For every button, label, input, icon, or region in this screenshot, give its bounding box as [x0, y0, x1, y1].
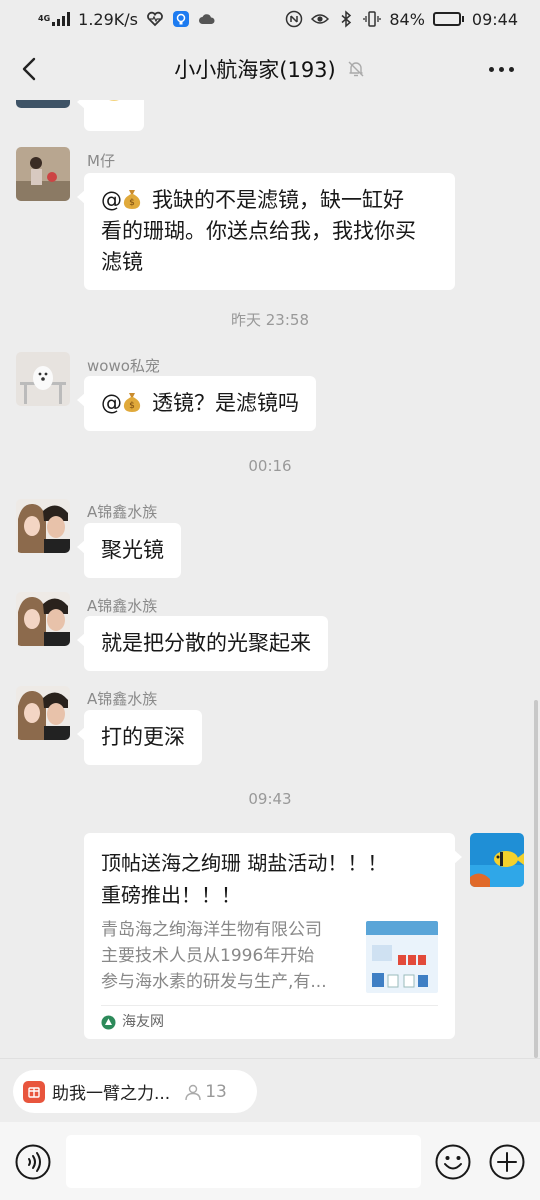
link-card-title: 重磅推出！！！	[101, 883, 241, 907]
timestamp: 09:43	[248, 790, 292, 808]
vibrate-icon	[363, 11, 381, 27]
message-bubble[interactable]: 聚光镜	[77, 523, 181, 578]
sender-name: A锦鑫水族	[87, 503, 158, 521]
link-card-desc: 主要技术人员从1996年开始	[101, 946, 315, 966]
link-card-thumbnail	[366, 921, 438, 993]
mute-bell-icon	[348, 61, 364, 77]
plus-icon	[489, 1144, 525, 1180]
heart-monitor-icon	[147, 11, 163, 27]
avatar-image	[16, 686, 70, 740]
avatar-image	[16, 352, 70, 406]
my-avatar[interactable]	[470, 833, 524, 887]
battery-percent: 84%	[389, 9, 425, 29]
avatar[interactable]	[16, 100, 70, 108]
sender-name: A锦鑫水族	[87, 690, 158, 708]
avatar[interactable]	[16, 592, 70, 646]
nfc-icon	[286, 10, 303, 28]
mention-at: @	[101, 391, 122, 415]
more-icon	[488, 66, 494, 72]
mention-at: @	[101, 188, 122, 212]
message-text: 看的珊瑚。你送点给我，我找你买	[101, 219, 416, 243]
back-arrow-icon	[22, 57, 36, 81]
pinned-area: 助我一臂之力... 13	[0, 1058, 540, 1122]
pinned-label: 助我一臂之力...	[52, 1084, 171, 1104]
link-card[interactable]: 顶帖送海之绚珊 瑚盐活动！！！ 重磅推出！！！ 青岛海之绚海洋生物有限公司 主要…	[84, 833, 462, 1039]
avatar[interactable]	[16, 499, 70, 553]
network-type: 4G	[38, 14, 51, 23]
cloud-icon	[198, 14, 215, 24]
timestamp: 昨天 23:58	[231, 311, 309, 329]
bulb-app-icon	[172, 11, 189, 27]
voice-icon	[15, 1144, 51, 1180]
message-text: 滤镜	[101, 250, 143, 274]
sender-name: A锦鑫水族	[87, 597, 158, 615]
message-input[interactable]	[66, 1135, 421, 1188]
message-text: 就是把分散的光聚起来	[101, 631, 311, 655]
scrollbar[interactable]	[534, 700, 538, 1058]
avatar-image	[16, 592, 70, 646]
message-text: 聚光镜	[101, 538, 164, 562]
back-button[interactable]	[12, 52, 46, 86]
cellular-signal-icon: 4G	[38, 12, 71, 26]
sticker-icon	[109, 100, 119, 101]
link-card-desc: 参与海水素的研发与生产,有...	[101, 972, 327, 992]
bluetooth-icon	[341, 10, 352, 28]
status-bar: 4G 1.29K/s 84% 09:44	[0, 0, 540, 38]
link-card-title: 顶帖送海之绚珊 瑚盐活动！！！	[101, 851, 388, 875]
link-card-source: 海友网	[122, 1014, 164, 1030]
eye-icon	[311, 14, 330, 24]
participant-count-value: 13	[205, 1081, 227, 1102]
more-functions-button[interactable]	[489, 1144, 525, 1180]
message-bubble[interactable]: @ $ 透镜？是滤镜吗	[77, 376, 316, 431]
svg-text:$: $	[129, 401, 135, 411]
chat-title: 小小航海家(193)	[174, 58, 336, 82]
source-logo-icon	[101, 1015, 116, 1030]
sender-name: M仔	[87, 152, 115, 170]
sticker-bubble[interactable]	[77, 100, 144, 131]
avatar[interactable]	[16, 686, 70, 740]
sender-name: wowo私宠	[87, 357, 160, 375]
avatar-image	[16, 499, 70, 553]
product-image	[366, 921, 438, 993]
chat-header: 小小航海家(193)	[0, 38, 540, 100]
network-speed: 1.29K/s	[78, 9, 138, 29]
chat-messages[interactable]: M仔 @ $ 我缺的不是滤镜，缺一缸好 看的珊瑚。你送点给我，我找你买 滤镜 昨天 …	[0, 100, 540, 1058]
message-text: 我缺的不是滤镜，缺一缸好	[152, 188, 404, 212]
message-bubble[interactable]: @ $ 我缺的不是滤镜，缺一缸好 看的珊瑚。你送点给我，我找你买 滤镜	[77, 173, 455, 290]
timestamp: 00:16	[248, 457, 292, 475]
person-icon	[185, 1084, 201, 1100]
avatar-image	[16, 147, 70, 201]
pinned-message[interactable]: 助我一臂之力... 13	[13, 1070, 257, 1113]
avatar[interactable]	[16, 147, 70, 201]
message-bubble[interactable]: 打的更深	[77, 710, 202, 765]
message-bubble[interactable]: 就是把分散的光聚起来	[77, 616, 328, 671]
emoji-button[interactable]	[435, 1144, 471, 1180]
link-card-desc: 青岛海之绚海洋生物有限公司	[101, 920, 322, 940]
money-bag-icon: $	[123, 393, 141, 412]
voice-button[interactable]	[15, 1144, 51, 1180]
money-bag-icon: $	[123, 190, 141, 209]
svg-text:$: $	[129, 198, 135, 208]
emoji-icon	[435, 1144, 471, 1180]
battery-icon	[432, 12, 464, 26]
input-bar	[0, 1122, 540, 1200]
clock: 09:44	[471, 9, 518, 29]
message-text: 打的更深	[101, 725, 185, 749]
participant-count: 13	[184, 1082, 227, 1102]
message-text: 透镜？是滤镜吗	[152, 391, 299, 415]
avatar-image	[470, 833, 524, 887]
more-button[interactable]	[484, 56, 518, 82]
red-packet-app-icon	[23, 1080, 45, 1103]
avatar[interactable]	[16, 352, 70, 406]
